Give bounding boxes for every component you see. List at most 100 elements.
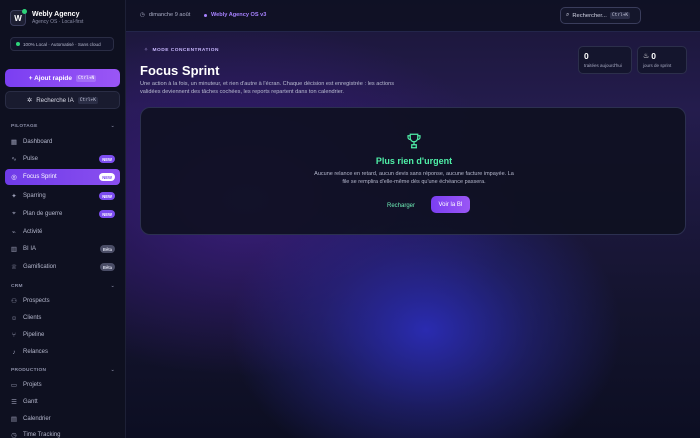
online-dot: [22, 9, 27, 14]
mode-label: ✧ MODE CONCENTRATION: [144, 48, 219, 53]
sidebar-item-label: Dashboard: [23, 139, 53, 145]
sidebar-item-label: Calendrier: [23, 416, 51, 422]
grid-icon: ▦: [10, 139, 18, 146]
empty-state-text: Aucune relance en retard, aucun devis sa…: [314, 171, 514, 186]
stat-label: jours de sprint: [643, 63, 672, 68]
trophy-icon: ♕: [11, 264, 17, 271]
stat-value: 0: [651, 51, 657, 61]
sidebar-item-plan-de-guerre[interactable]: ⌖ Plan de guerre NEW: [5, 206, 120, 222]
sidebar-item-prospects[interactable]: ⚇ Prospects: [5, 293, 120, 309]
chevron-down-icon: ⌄: [110, 368, 115, 373]
new-badge: NEW: [99, 173, 115, 181]
target-icon: ◎: [11, 174, 17, 181]
view-bi-button[interactable]: Voir la BI: [431, 196, 470, 213]
sidebar-item-time-tracking[interactable]: ◷ Time Tracking: [5, 427, 120, 438]
mode-label-text: MODE CONCENTRATION: [152, 48, 220, 53]
sidebar-item-pipeline[interactable]: ⑂ Pipeline: [5, 327, 120, 343]
sidebar-item-label: Prospects: [23, 298, 50, 304]
chevron-down-icon: ⌄: [110, 124, 115, 129]
new-badge: NEW: [99, 210, 115, 218]
stat-value-row: ♨ 0: [643, 51, 681, 61]
clock-icon: ◷: [11, 432, 17, 438]
sidebar-item-label: Gantt: [23, 399, 38, 405]
brand-name: Webly Agency: [32, 11, 80, 19]
sidebar-item-label: Pulse: [23, 156, 39, 162]
sidebar-item-label: BI IA: [23, 246, 37, 252]
local-status-pill: 100% Local · Automatisé · Sans cloud: [10, 37, 114, 51]
new-badge: NEW: [99, 192, 115, 200]
sidebar-item-activite[interactable]: ⌁ Activité: [5, 224, 120, 240]
sparring-icon: ✦: [11, 193, 17, 200]
folder-icon: ▭: [10, 382, 18, 389]
trophy-icon: [407, 133, 421, 149]
brand-subtitle: Agency OS · Local-first: [32, 18, 84, 25]
search-icon: ⌕: [566, 12, 570, 18]
stat-sprint-days: ♨ 0 jours de sprint: [637, 46, 687, 74]
beta-badge: Bêta: [99, 263, 115, 271]
sidebar-item-bi-ia[interactable]: ▥ BI IA Bêta: [5, 241, 120, 257]
bell-icon: ♪: [12, 348, 16, 356]
sidebar-item-label: Relances: [23, 349, 49, 355]
sidebar-item-gamification[interactable]: ♕ Gamification Bêta: [5, 259, 120, 275]
sidebar-item-pulse[interactable]: ∿ Pulse NEW: [5, 151, 120, 167]
search-input[interactable]: ⌕ Rechercher... Ctrl+K: [560, 7, 641, 24]
empty-state-card: Plus rien d'urgent Aucune relance en ret…: [140, 107, 686, 235]
search-placeholder: Rechercher...: [572, 12, 607, 19]
sidebar-item-label: Activité: [23, 229, 43, 235]
sidebar-item-label: Gamification: [23, 264, 57, 270]
quick-add-label: + Ajout rapide: [28, 74, 72, 82]
quick-add-button[interactable]: + Ajout rapide Ctrl+N: [5, 69, 120, 87]
topbar: ◷ dimanche 9 août Webly Agency OS v3 ⌕ R…: [126, 0, 700, 32]
activity-icon: ⌁: [12, 229, 16, 236]
sidebar-item-projets[interactable]: ▭ Projets: [5, 377, 120, 393]
section-production[interactable]: PRODUCTION ⌄: [11, 368, 115, 373]
stat-treated-today: 0 traitées aujourd'hui: [578, 46, 632, 74]
version-display: Webly Agency OS v3: [204, 12, 266, 18]
sidebar-item-label: Pipeline: [23, 332, 45, 338]
sidebar-item-relances[interactable]: ♪ Relances: [5, 344, 120, 360]
crosshair-icon: ⌖: [12, 210, 16, 217]
date-text: dimanche 9 août: [148, 12, 191, 18]
date-display: ◷ dimanche 9 août: [140, 12, 190, 18]
empty-state-title: Plus rien d'urgent: [375, 156, 453, 166]
chevron-down-icon: ⌄: [110, 284, 115, 289]
version-text: Webly Agency OS v3: [211, 12, 267, 18]
stat-value: 0: [584, 51, 589, 61]
sidebar-item-dashboard[interactable]: ▦ Dashboard: [5, 134, 120, 150]
section-production-label: PRODUCTION: [11, 368, 47, 373]
sidebar-item-sparring[interactable]: ✦ Sparring NEW: [5, 188, 120, 204]
users-icon: ⚇: [11, 298, 17, 305]
sparkle-icon: ✲: [27, 96, 33, 104]
sidebar-item-clients[interactable]: ☺ Clients: [5, 310, 120, 326]
search-ia-button[interactable]: ✲ Recherche IA Ctrl+K: [5, 91, 120, 109]
sidebar-item-calendrier[interactable]: ▤ Calendrier: [5, 411, 120, 427]
flame-icon: ♨: [643, 53, 650, 60]
local-status-text: 100% Local · Automatisé · Sans cloud: [23, 41, 101, 47]
search-ia-shortcut: Ctrl+K: [77, 96, 98, 104]
logo-letter: W: [14, 13, 22, 23]
sidebar-item-label: Sparring: [23, 193, 46, 199]
quick-add-shortcut: Ctrl+N: [76, 74, 97, 82]
page-description: Une action à la fois, un minuteur, et ri…: [140, 81, 394, 96]
pipeline-icon: ⑂: [12, 331, 16, 339]
section-pilotage[interactable]: PILOTAGE ⌄: [11, 124, 115, 129]
beta-badge: Bêta: [99, 245, 115, 253]
sidebar-item-gantt[interactable]: ☰ Gantt: [5, 394, 120, 410]
sparkle-icon: ✧: [144, 48, 149, 53]
sidebar-item-label: Projets: [23, 382, 42, 388]
new-badge: NEW: [99, 155, 115, 163]
reload-button[interactable]: Recharger: [387, 198, 415, 214]
search-shortcut: Ctrl+K: [609, 12, 631, 19]
main-content: ◷ dimanche 9 août Webly Agency OS v3 ⌕ R…: [126, 0, 700, 438]
gantt-icon: ☰: [11, 399, 17, 406]
logo: W: [10, 9, 27, 26]
sidebar-item-label: Clients: [23, 315, 42, 321]
stat-label: traitées aujourd'hui: [584, 63, 622, 68]
sidebar-item-focus-sprint[interactable]: ◎ Focus Sprint NEW: [5, 169, 120, 185]
section-crm[interactable]: CRM ⌄: [11, 284, 115, 289]
page-title: Focus Sprint: [140, 63, 220, 78]
clock-icon: ◷: [140, 12, 145, 18]
section-crm-label: CRM: [11, 284, 23, 289]
sidebar-item-label: Focus Sprint: [23, 174, 57, 180]
brand[interactable]: W Webly Agency Agency OS · Local-first: [10, 9, 84, 26]
